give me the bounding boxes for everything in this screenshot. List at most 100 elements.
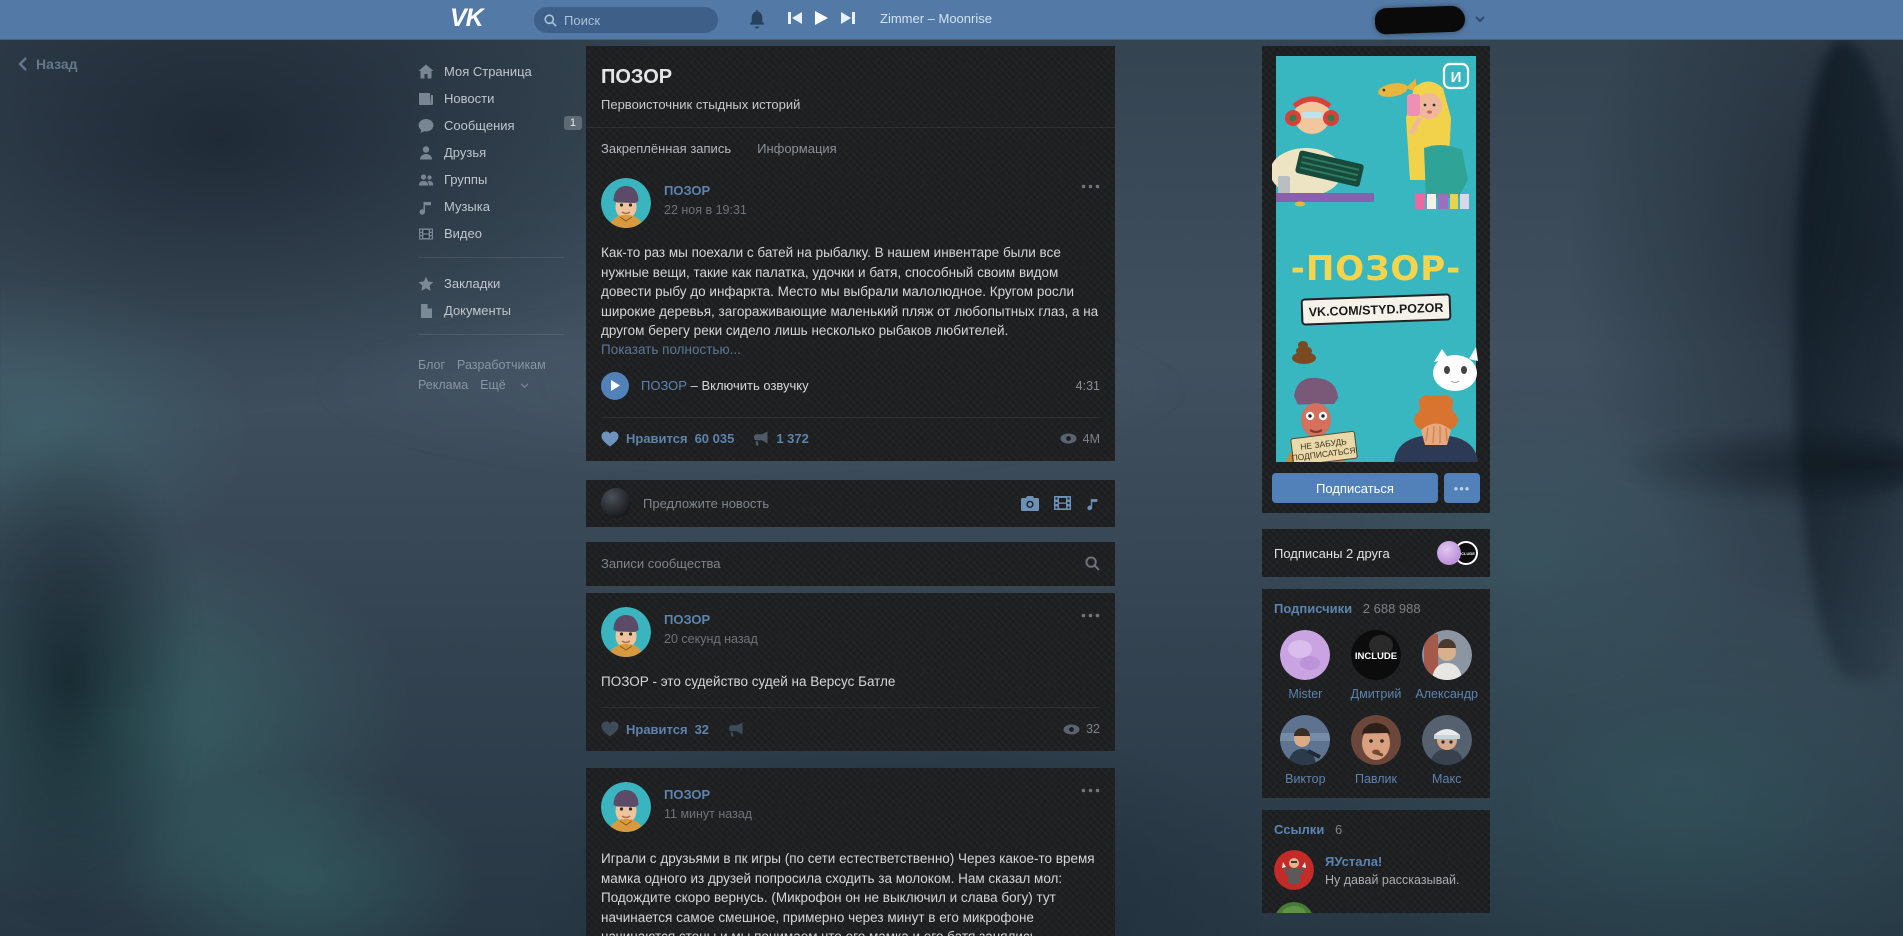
wallpaper-branch bbox=[1620, 420, 1903, 510]
link-subtitle: Ну давай рассказывай. bbox=[1325, 873, 1460, 887]
audio-separator: – bbox=[691, 378, 698, 393]
post-author-avatar[interactable] bbox=[601, 178, 651, 228]
subscriber-mister[interactable]: Mister bbox=[1274, 630, 1337, 701]
heart-icon bbox=[601, 721, 619, 737]
subscriber-maks[interactable]: Макс bbox=[1415, 715, 1478, 786]
post-date[interactable]: 20 секунд назад bbox=[664, 632, 758, 646]
sidebar-item-news[interactable]: Новости bbox=[418, 85, 568, 112]
subscriber-aleksandr[interactable]: Александр bbox=[1415, 630, 1478, 701]
prev-track-icon[interactable] bbox=[788, 12, 802, 24]
group-status[interactable]: Первоисточник стыдных историй bbox=[601, 97, 1100, 112]
next-track-icon[interactable] bbox=[841, 12, 855, 24]
post-author-avatar[interactable] bbox=[601, 607, 651, 657]
sidebar-item-music[interactable]: Музыка bbox=[418, 193, 568, 220]
more-actions-button[interactable]: ••• bbox=[1444, 473, 1480, 503]
sidebar-item-friends[interactable]: Друзья bbox=[418, 139, 568, 166]
subscriber-pavlik[interactable]: Павлик bbox=[1345, 715, 1408, 786]
video-attach-icon[interactable] bbox=[1054, 496, 1071, 510]
profile-menu-censored[interactable] bbox=[1375, 5, 1466, 34]
group-banner-image[interactable]: И -ПОЗОР- VK.COM/STYD.POZOR bbox=[1272, 56, 1480, 462]
sidebar-item-messages[interactable]: Сообщения 1 bbox=[418, 112, 568, 139]
now-playing-track[interactable]: Zimmer – Moonrise bbox=[880, 11, 992, 26]
wall-search-card[interactable] bbox=[586, 542, 1115, 586]
audio-artist-link[interactable]: ПОЗОР bbox=[641, 378, 687, 393]
subscriber-dmitriy[interactable]: INCLUDE Дмитрий bbox=[1345, 630, 1408, 701]
megaphone-icon bbox=[752, 431, 769, 446]
like-button[interactable]: Нравится 32 bbox=[601, 721, 709, 737]
music-icon bbox=[418, 199, 434, 215]
play-icon bbox=[611, 380, 620, 391]
friends-subscribed-card[interactable]: Подписаны 2 друга INCLUDE bbox=[1262, 529, 1490, 577]
notifications-bell-icon[interactable] bbox=[748, 9, 766, 29]
vk-logo[interactable]: VK bbox=[450, 4, 483, 33]
tab-pinned-post[interactable]: Закреплённая запись bbox=[601, 141, 731, 156]
suggest-news-placeholder[interactable]: Предложите новость bbox=[643, 496, 769, 511]
subscribers-count: 2 688 988 bbox=[1363, 601, 1421, 616]
share-button[interactable] bbox=[727, 722, 744, 737]
camera-icon[interactable] bbox=[1021, 496, 1039, 511]
search-icon[interactable] bbox=[1085, 556, 1100, 571]
news-icon bbox=[418, 91, 434, 107]
wall-post: ПОЗОР 20 секунд назад ПОЗОР - это судейс… bbox=[586, 593, 1115, 752]
wall-search-input[interactable] bbox=[601, 556, 1085, 571]
documents-icon bbox=[418, 303, 434, 319]
footer-link-ads[interactable]: Реклама bbox=[418, 378, 468, 392]
home-icon bbox=[418, 64, 434, 80]
like-button[interactable]: Нравится 60 035 bbox=[601, 431, 734, 447]
avatar bbox=[1280, 630, 1330, 680]
views-counter: 4M bbox=[1060, 432, 1100, 446]
wallpaper-foliage bbox=[0, 430, 200, 930]
subscribers-link[interactable]: Подписчики bbox=[1274, 601, 1352, 616]
music-attach-icon[interactable] bbox=[1086, 496, 1100, 511]
chevron-down-icon[interactable] bbox=[1475, 16, 1485, 23]
chevron-down-icon[interactable] bbox=[520, 383, 529, 389]
subscriber-viktor[interactable]: Виктор bbox=[1274, 715, 1337, 786]
sidebar-item-groups[interactable]: Группы bbox=[418, 166, 568, 193]
link-avatar bbox=[1274, 850, 1314, 890]
share-button[interactable]: 1 372 bbox=[752, 431, 809, 446]
post-author-link[interactable]: ПОЗОР bbox=[664, 612, 758, 627]
footer-link-more[interactable]: Ещё bbox=[480, 378, 506, 392]
friends-icon bbox=[418, 145, 434, 161]
links-link[interactable]: Ссылки bbox=[1274, 822, 1324, 837]
svg-text:INCLUDE: INCLUDE bbox=[1355, 651, 1397, 662]
friend-avatar[interactable] bbox=[1437, 541, 1461, 565]
post-author-avatar[interactable] bbox=[601, 782, 651, 832]
sidebar-divider bbox=[418, 257, 564, 258]
post-actions-icon[interactable] bbox=[1081, 788, 1100, 793]
audio-play-button[interactable] bbox=[601, 372, 629, 400]
global-search[interactable] bbox=[534, 7, 718, 33]
post-actions-icon[interactable] bbox=[1081, 613, 1100, 618]
link-item-partial[interactable] bbox=[1274, 902, 1478, 913]
audio-track-title[interactable]: Включить озвучку bbox=[701, 378, 808, 393]
top-bar: VK Zimmer – Moonrise bbox=[0, 0, 1903, 40]
play-icon[interactable] bbox=[815, 11, 828, 25]
back-button[interactable]: Назад bbox=[18, 56, 78, 72]
post-author-link[interactable]: ПОЗОР bbox=[664, 183, 747, 198]
post-text: Как-то раз мы поехали с батей на рыбалку… bbox=[601, 243, 1100, 341]
post-date[interactable]: 11 минут назад bbox=[664, 807, 752, 821]
suggest-news-card[interactable]: Предложите новость bbox=[586, 480, 1115, 527]
search-input[interactable] bbox=[564, 13, 704, 28]
show-more-link[interactable]: Показать полностью... bbox=[601, 342, 1100, 357]
groups-icon bbox=[418, 172, 434, 188]
tab-information[interactable]: Информация bbox=[757, 141, 837, 156]
footer-link-blog[interactable]: Блог bbox=[418, 358, 445, 372]
sidebar-item-bookmarks[interactable]: Закладки bbox=[418, 270, 568, 297]
messages-icon bbox=[418, 118, 434, 134]
footer-link-developers[interactable]: Разработчикам bbox=[457, 358, 546, 372]
post-actions-icon[interactable] bbox=[1081, 184, 1100, 189]
subscribe-button[interactable]: Подписаться bbox=[1272, 473, 1438, 503]
wall-post-card: ПОЗОР 11 минут назад Играли с друзьями в… bbox=[586, 768, 1115, 936]
search-icon bbox=[544, 14, 557, 27]
svg-text:И: И bbox=[1451, 69, 1462, 86]
sidebar-item-my-page[interactable]: Моя Страница bbox=[418, 58, 568, 85]
sidebar-item-documents[interactable]: Документы bbox=[418, 297, 568, 324]
current-user-avatar[interactable] bbox=[601, 488, 631, 518]
post-date[interactable]: 22 ноя в 19:31 bbox=[664, 203, 747, 217]
links-count: 6 bbox=[1335, 822, 1342, 837]
banner-title: -ПОЗОР- bbox=[1291, 249, 1462, 289]
sidebar-item-video[interactable]: Видео bbox=[418, 220, 568, 247]
post-author-link[interactable]: ПОЗОР bbox=[664, 787, 752, 802]
link-item[interactable]: ЯУстала! Ну давай рассказывай. bbox=[1274, 850, 1478, 890]
